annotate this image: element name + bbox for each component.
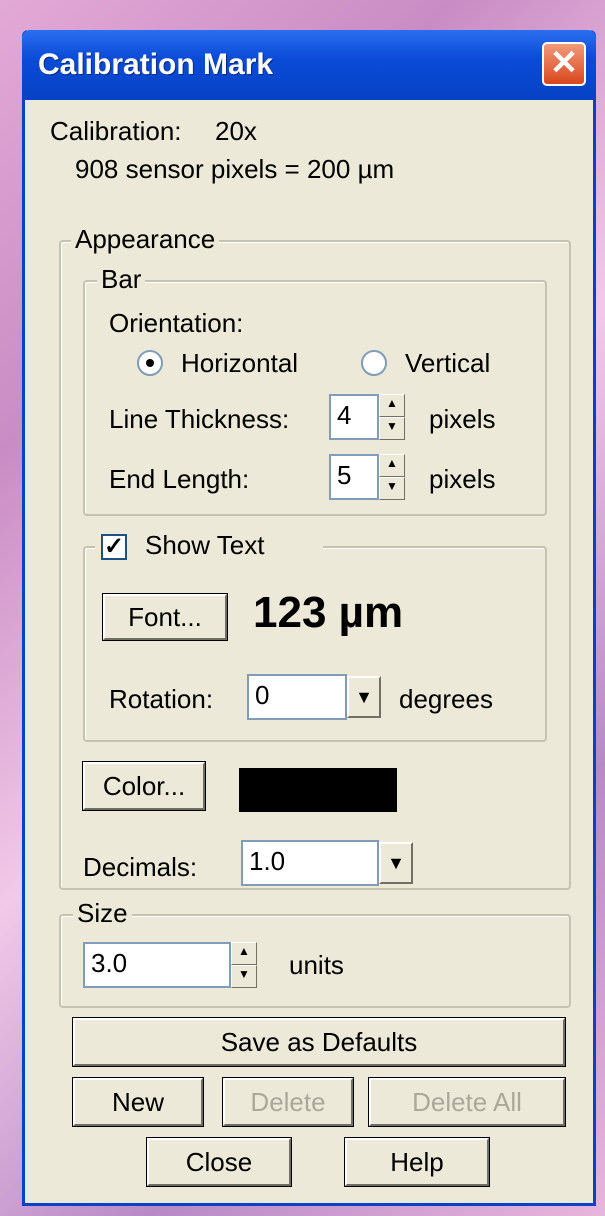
appearance-legend: Appearance bbox=[71, 224, 220, 255]
color-swatch bbox=[239, 768, 397, 812]
help-button[interactable]: Help bbox=[344, 1137, 490, 1187]
decimals-select[interactable]: 1.0 bbox=[241, 840, 379, 886]
orientation-label: Orientation: bbox=[109, 308, 244, 338]
spin-down-icon[interactable]: ▼ bbox=[379, 417, 405, 440]
vertical-radio[interactable] bbox=[361, 350, 387, 376]
calibration-value: 20x bbox=[215, 116, 257, 146]
chevron-down-icon[interactable]: ▼ bbox=[379, 842, 413, 884]
line-thickness-unit: pixels bbox=[429, 404, 496, 434]
line-thickness-spinner[interactable]: ▲ ▼ bbox=[379, 394, 405, 440]
delete-all-button[interactable]: Delete All bbox=[368, 1077, 566, 1127]
vertical-label[interactable]: Vertical bbox=[405, 348, 490, 379]
line-thickness-input[interactable]: 4 bbox=[329, 394, 379, 440]
spin-up-icon[interactable]: ▲ bbox=[231, 942, 257, 965]
size-group: Size 3.0 ▲ ▼ units bbox=[59, 898, 571, 1008]
bar-legend: Bar bbox=[97, 264, 146, 295]
size-unit: units bbox=[289, 950, 344, 980]
calibration-label: Calibration: bbox=[50, 116, 182, 146]
end-length-unit: pixels bbox=[429, 464, 496, 494]
spin-down-icon[interactable]: ▼ bbox=[379, 477, 405, 500]
line-thickness-label: Line Thickness: bbox=[109, 404, 290, 434]
spin-up-icon[interactable]: ▲ bbox=[379, 454, 405, 477]
text-preview: 123 µm bbox=[253, 588, 404, 637]
color-button[interactable]: Color... bbox=[82, 761, 206, 811]
show-text-label[interactable]: Show Text bbox=[145, 530, 264, 561]
chevron-down-icon[interactable]: ▼ bbox=[347, 676, 381, 718]
font-button[interactable]: Font... bbox=[102, 593, 228, 641]
close-icon[interactable]: ✕ bbox=[542, 42, 586, 86]
spin-down-icon[interactable]: ▼ bbox=[231, 965, 257, 988]
radio-selected-dot bbox=[146, 359, 154, 367]
delete-button[interactable]: Delete bbox=[222, 1077, 354, 1127]
end-length-label: End Length: bbox=[109, 464, 250, 494]
rotation-select[interactable]: 0 bbox=[247, 674, 347, 720]
size-spinner[interactable]: ▲ ▼ bbox=[231, 942, 257, 988]
show-text-legend: ✓ Show Text bbox=[95, 530, 323, 564]
calibration-detail: 908 sensor pixels = 200 µm bbox=[75, 154, 395, 184]
decimals-label: Decimals: bbox=[83, 852, 198, 882]
end-length-spinner[interactable]: ▲ ▼ bbox=[379, 454, 405, 500]
spin-up-icon[interactable]: ▲ bbox=[379, 394, 405, 417]
size-legend: Size bbox=[73, 898, 132, 929]
title-bar[interactable]: Calibration Mark ✕ bbox=[22, 30, 596, 100]
show-text-checkbox[interactable]: ✓ bbox=[101, 534, 127, 560]
save-defaults-button[interactable]: Save as Defaults bbox=[72, 1017, 566, 1067]
end-length-input[interactable]: 5 bbox=[329, 454, 379, 500]
rotation-unit: degrees bbox=[399, 684, 493, 714]
horizontal-radio[interactable] bbox=[137, 350, 163, 376]
window-title: Calibration Mark bbox=[38, 48, 274, 81]
size-input[interactable]: 3.0 bbox=[83, 942, 231, 988]
bar-group: Bar Orientation: Horizontal Vertical Lin… bbox=[83, 264, 547, 516]
calibration-mark-dialog: Calibration Mark ✕ Calibration: 20x 908 … bbox=[22, 30, 596, 1206]
rotation-label: Rotation: bbox=[109, 684, 214, 714]
close-button[interactable]: Close bbox=[146, 1137, 292, 1187]
show-text-group: ✓ Show Text Font... 123 µm Rotation: 0 ▼… bbox=[83, 530, 547, 742]
new-button[interactable]: New bbox=[72, 1077, 204, 1127]
appearance-group: Appearance Bar Orientation: Horizontal V… bbox=[59, 224, 571, 890]
horizontal-label[interactable]: Horizontal bbox=[181, 348, 298, 379]
